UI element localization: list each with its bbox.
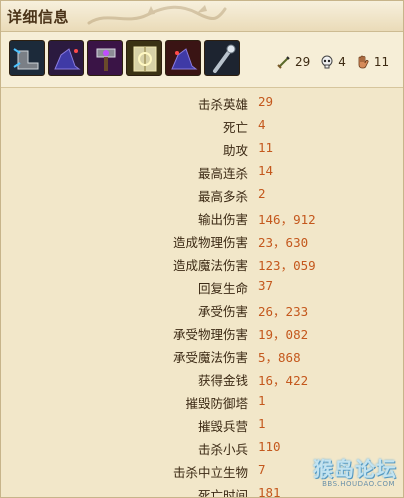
stat-row: 回复生命 37 bbox=[1, 275, 403, 298]
stat-value: 19，082 bbox=[258, 327, 309, 342]
stat-value: 1 bbox=[258, 393, 266, 408]
details-panel: 详细信息 29 4 11 击杀英雄 29 死亡 4 助攻 11 最高连杀 14 … bbox=[0, 0, 404, 498]
stat-value: 26，233 bbox=[258, 304, 309, 319]
stat-value: 5，868 bbox=[258, 350, 301, 365]
stat-label: 死亡时间 bbox=[197, 488, 248, 498]
item-slot-1[interactable] bbox=[9, 40, 45, 76]
stat-label: 死亡 bbox=[222, 120, 248, 135]
hand-icon bbox=[355, 54, 371, 70]
stat-label: 最高连杀 bbox=[197, 166, 248, 181]
stat-row: 造成魔法伤害 123，059 bbox=[1, 252, 403, 275]
stat-value: 23，630 bbox=[258, 235, 309, 250]
deaths-count: 4 bbox=[338, 55, 346, 69]
tome-icon bbox=[127, 41, 161, 75]
stat-row: 承受魔法伤害 5，868 bbox=[1, 344, 403, 367]
stat-label: 获得金钱 bbox=[197, 373, 248, 388]
stat-label: 承受物理伤害 bbox=[172, 327, 248, 342]
stat-label: 造成魔法伤害 bbox=[172, 258, 248, 273]
stat-row: 最高多杀 2 bbox=[1, 183, 403, 206]
wizard-hat-icon bbox=[166, 41, 200, 75]
stat-value: 123，059 bbox=[258, 258, 316, 273]
staff-icon bbox=[205, 41, 239, 75]
item-slots bbox=[9, 40, 240, 76]
panel-title: 详细信息 bbox=[7, 8, 70, 26]
stat-row: 击杀英雄 29 bbox=[1, 91, 403, 114]
boots-icon bbox=[10, 41, 44, 75]
stat-label: 最高多杀 bbox=[197, 189, 248, 204]
stat-value: 2 bbox=[258, 186, 266, 201]
stat-label: 摧毁防御塔 bbox=[185, 396, 248, 411]
item-slot-2[interactable] bbox=[48, 40, 84, 76]
watermark-title: 猴岛论坛 bbox=[313, 457, 397, 481]
stat-value: 14 bbox=[258, 163, 274, 178]
sword-icon bbox=[276, 54, 292, 70]
dragon-ornament-icon bbox=[87, 5, 227, 25]
stat-value: 7 bbox=[258, 462, 266, 477]
stat-row: 承受伤害 26，233 bbox=[1, 298, 403, 321]
stat-row: 获得金钱 16，422 bbox=[1, 367, 403, 390]
stat-label: 击杀英雄 bbox=[197, 97, 248, 112]
stat-value: 110 bbox=[258, 439, 281, 454]
stat-label: 承受伤害 bbox=[197, 304, 248, 319]
title-bar: 详细信息 bbox=[1, 1, 403, 32]
stat-label: 摧毁兵营 bbox=[197, 419, 248, 434]
stat-label: 回复生命 bbox=[197, 281, 248, 296]
wizard-hat-icon bbox=[49, 41, 83, 75]
stat-value: 146，912 bbox=[258, 212, 316, 227]
kda-summary: 29 4 11 bbox=[276, 51, 398, 73]
hammer-icon bbox=[88, 41, 122, 75]
stat-row: 摧毁兵营 1 bbox=[1, 413, 403, 436]
item-slot-3[interactable] bbox=[87, 40, 123, 76]
assists-count: 11 bbox=[373, 55, 390, 69]
stat-row: 摧毁防御塔 1 bbox=[1, 390, 403, 413]
stat-value: 29 bbox=[258, 94, 274, 109]
stat-value: 16，422 bbox=[258, 373, 309, 388]
stat-value: 11 bbox=[258, 140, 274, 155]
stat-label: 助攻 bbox=[222, 143, 248, 158]
item-slot-6[interactable] bbox=[204, 40, 240, 76]
items-bar: 29 4 11 bbox=[1, 32, 403, 88]
stat-value: 181 bbox=[258, 485, 281, 498]
stat-label: 击杀中立生物 bbox=[172, 465, 248, 480]
kills-count: 29 bbox=[295, 55, 311, 69]
stat-value: 4 bbox=[258, 117, 266, 132]
stat-label: 输出伤害 bbox=[197, 212, 248, 227]
stat-label: 造成物理伤害 bbox=[172, 235, 248, 250]
stat-row: 承受物理伤害 19，082 bbox=[1, 321, 403, 344]
item-slot-4[interactable] bbox=[126, 40, 162, 76]
stat-label: 击杀小兵 bbox=[197, 442, 248, 457]
watermark: 猴岛论坛 BBS.HOUDAO.COM bbox=[297, 453, 397, 493]
stat-value: 1 bbox=[258, 416, 266, 431]
stat-row: 输出伤害 146，912 bbox=[1, 206, 403, 229]
stat-row: 死亡 4 bbox=[1, 114, 403, 137]
watermark-url: BBS.HOUDAO.COM bbox=[322, 480, 395, 488]
stat-value: 37 bbox=[258, 278, 274, 293]
stat-row: 造成物理伤害 23，630 bbox=[1, 229, 403, 252]
stat-row: 最高连杀 14 bbox=[1, 160, 403, 183]
stat-label: 承受魔法伤害 bbox=[172, 350, 248, 365]
stat-row: 助攻 11 bbox=[1, 137, 403, 160]
skull-icon bbox=[319, 54, 335, 70]
item-slot-5[interactable] bbox=[165, 40, 201, 76]
